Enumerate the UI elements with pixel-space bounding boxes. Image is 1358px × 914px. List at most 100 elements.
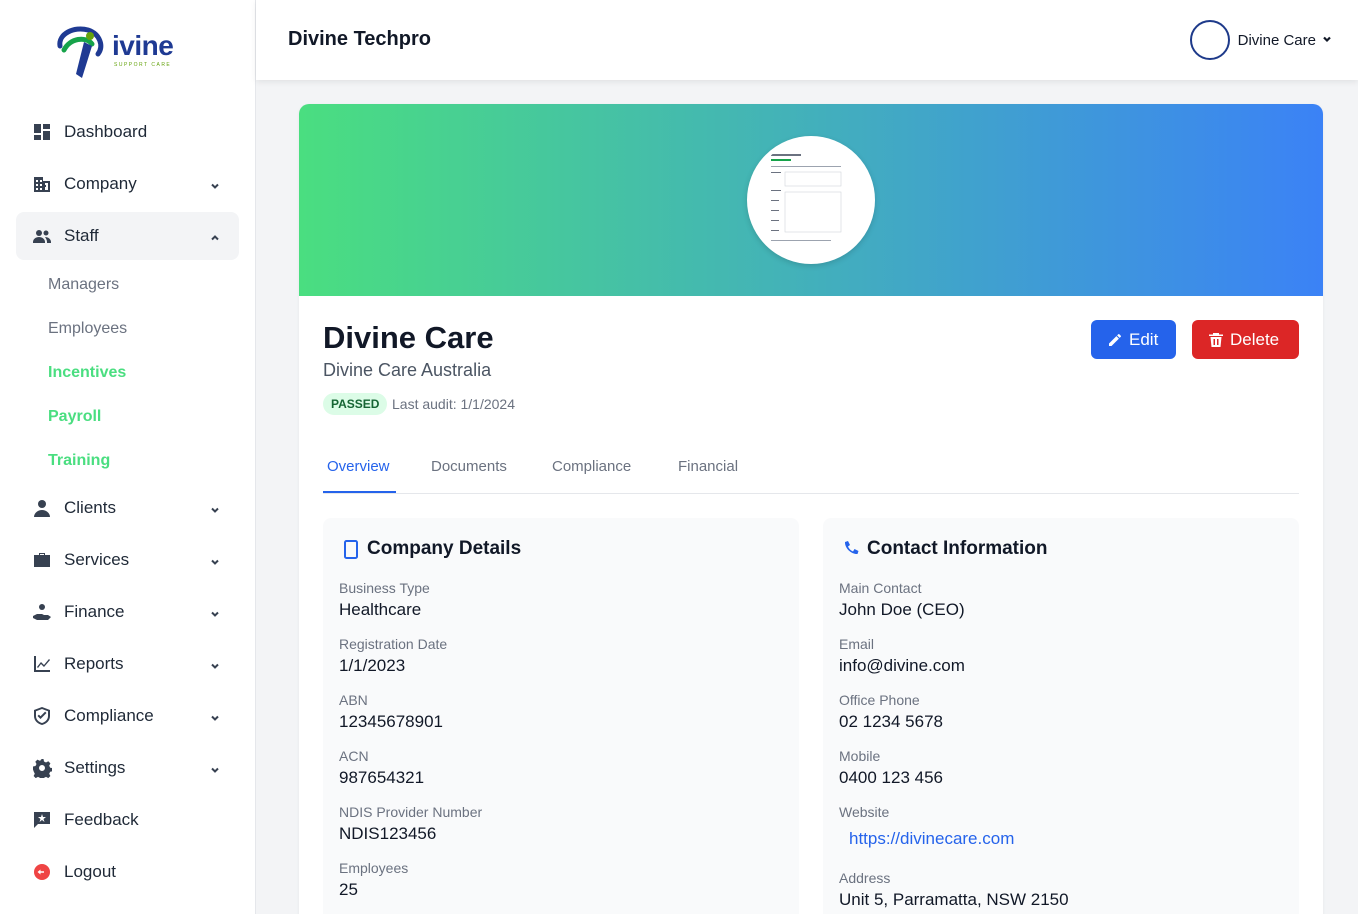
delete-button[interactable]: Delete	[1192, 320, 1299, 359]
sidebar-item-label: Settings	[64, 758, 126, 777]
sidebar-subitem-training[interactable]: Training	[48, 452, 110, 470]
company-profile-card: Divine Care Divine Care Australia PASSED…	[299, 104, 1323, 914]
field-label: Office Phone	[839, 692, 920, 708]
person-icon	[32, 498, 52, 518]
logout-icon	[32, 862, 52, 882]
sidebar-item-logout[interactable]: Logout	[16, 848, 239, 896]
tab-compliance[interactable]: Compliance	[552, 458, 631, 475]
logo-mark-icon	[57, 26, 104, 78]
delete-button-label: Delete	[1230, 329, 1280, 349]
mobile-device-icon	[341, 538, 361, 560]
field-value: 0400 123 456	[839, 768, 943, 787]
field-value: NDIS123456	[339, 824, 437, 843]
sidebar-item-compliance[interactable]: Compliance	[16, 692, 239, 740]
sidebar-item-label: Feedback	[64, 810, 139, 829]
sidebar-item-dashboard[interactable]: Dashboard	[16, 108, 239, 156]
field-label: Mobile	[839, 748, 881, 764]
field-label: Address	[839, 870, 891, 886]
field-label: Employees	[339, 860, 409, 876]
chevron-down-icon	[209, 709, 221, 721]
chevron-down-icon	[209, 761, 221, 773]
pencil-icon	[1109, 333, 1122, 346]
field-label: Email	[839, 636, 875, 652]
company-name: Divine Care	[323, 320, 494, 355]
field-value: 987654321	[339, 768, 425, 787]
sidebar-item-reports[interactable]: Reports	[16, 640, 239, 688]
sidebar-item-label: Services	[64, 550, 130, 569]
sidebar-item-label: Clients	[64, 498, 116, 517]
user-name: Divine Care	[1237, 31, 1316, 49]
sidebar-item-feedback[interactable]: Feedback	[16, 796, 239, 844]
sidebar-item-label: Company	[64, 174, 137, 193]
contact-info-panel: Contact Information Main Contact John Do…	[823, 518, 1299, 914]
sidebar-subitem-payroll[interactable]: Payroll	[48, 408, 101, 426]
briefcase-icon	[32, 550, 52, 570]
sidebar-item-clients[interactable]: Clients	[16, 484, 239, 532]
sidebar-subitem-employees[interactable]: Employees	[48, 320, 127, 338]
profile-tabs: Overview Documents Compliance Financial	[323, 444, 1299, 494]
chevron-down-icon	[209, 177, 221, 189]
field-value: 02 1234 5678	[839, 712, 943, 731]
field-label: Business Type	[339, 580, 430, 596]
tab-documents[interactable]: Documents	[431, 458, 507, 475]
sidebar-item-staff[interactable]: Staff	[16, 212, 239, 260]
tab-financial[interactable]: Financial	[678, 458, 738, 475]
top-header: Divine Techpro Divine Care	[256, 0, 1358, 80]
sidebar-item-label: Finance	[64, 602, 125, 621]
chevron-down-icon	[1322, 31, 1332, 49]
avatar[interactable]	[1189, 20, 1230, 60]
sidebar-item-label: Logout	[64, 862, 116, 881]
chevron-down-icon	[209, 605, 221, 617]
sidebar-item-company[interactable]: Company	[16, 160, 239, 208]
user-menu[interactable]: Divine Care	[1189, 20, 1332, 60]
sidebar-item-label: Staff	[64, 226, 99, 245]
tab-overview[interactable]: Overview	[327, 458, 390, 475]
chevron-down-icon	[209, 657, 221, 669]
dashboard-icon	[32, 122, 52, 142]
logo-word: ivine	[112, 30, 174, 61]
trash-icon	[1209, 332, 1223, 347]
field-value: 12345678901	[339, 712, 444, 731]
field-value: info@divine.com	[839, 656, 965, 675]
sidebar-subitem-incentives[interactable]: Incentives	[48, 364, 126, 382]
edit-button-label: Edit	[1129, 329, 1159, 349]
field-label: Website	[839, 804, 890, 820]
sidebar-item-services[interactable]: Services	[16, 536, 239, 584]
sidebar-item-settings[interactable]: Settings	[16, 744, 239, 792]
chevron-down-icon	[209, 553, 221, 565]
edit-button[interactable]: Edit	[1091, 320, 1176, 359]
field-label: NDIS Provider Number	[339, 804, 483, 820]
sidebar-item-label: Dashboard	[64, 122, 148, 141]
panel-title: Company Details	[367, 538, 522, 559]
chart-line-icon	[32, 654, 52, 674]
company-details-panel: Company Details Business Type Healthcare…	[323, 518, 799, 914]
document-thumbnail-icon	[765, 148, 857, 252]
company-subtitle: Divine Care Australia	[323, 360, 492, 380]
company-logo-thumbnail	[747, 136, 875, 264]
sidebar-item-finance[interactable]: Finance	[16, 588, 239, 636]
page-title: Divine Techpro	[288, 28, 431, 50]
field-value: Healthcare	[339, 600, 422, 619]
logo-tagline: SUPPORT CARE	[114, 62, 172, 68]
sidebar-item-label: Reports	[64, 654, 124, 673]
field-label: ABN	[339, 692, 368, 708]
shield-icon	[32, 706, 52, 726]
field-value: 25	[339, 880, 358, 899]
feedback-icon	[32, 810, 52, 830]
sidebar-subitem-managers[interactable]: Managers	[48, 276, 119, 294]
sidebar: ivine SUPPORT CARE Dashboard Company Sta…	[0, 0, 256, 914]
status-badge: PASSED	[323, 393, 388, 415]
field-label: Registration Date	[339, 636, 448, 652]
brand-logo[interactable]: ivine SUPPORT CARE	[54, 24, 184, 84]
building-icon	[32, 174, 52, 194]
last-audit-text: Last audit: 1/1/2024	[392, 396, 515, 412]
hand-coin-icon	[32, 602, 52, 622]
field-value: Unit 5, Parramatta, NSW 2150	[839, 890, 1069, 909]
sidebar-item-label: Compliance	[64, 706, 154, 725]
gear-icon	[32, 758, 52, 778]
website-link[interactable]: https://divinecare.com	[849, 829, 1014, 849]
field-value: 1/1/2023	[339, 656, 406, 675]
chevron-down-icon	[209, 501, 221, 513]
phone-icon	[841, 538, 861, 560]
field-value: John Doe (CEO)	[839, 600, 965, 619]
